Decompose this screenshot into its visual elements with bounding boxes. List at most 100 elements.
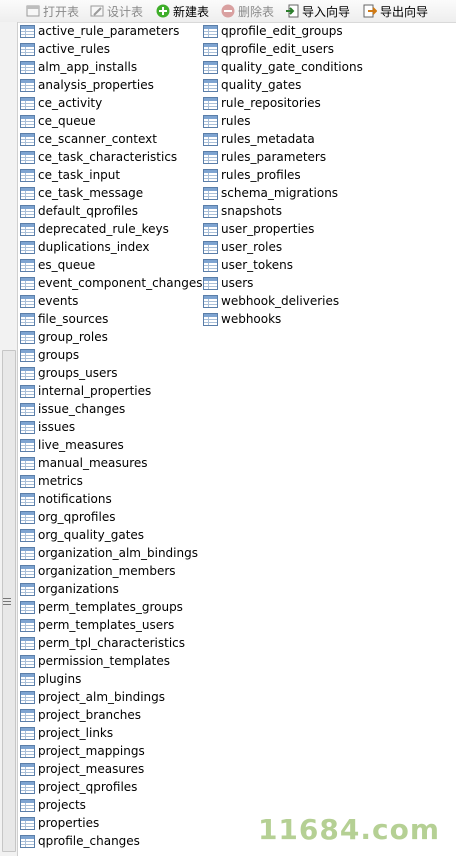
table-list-item[interactable]: org_qprofiles bbox=[20, 508, 202, 526]
new-table-button[interactable]: 新建表 bbox=[156, 2, 209, 20]
table-list-item[interactable]: issues bbox=[20, 418, 202, 436]
table-list-item[interactable]: default_qprofiles bbox=[20, 202, 202, 220]
table-list-item[interactable]: rules_profiles bbox=[203, 166, 363, 184]
table-icon bbox=[20, 330, 35, 344]
table-list-item[interactable]: issue_changes bbox=[20, 400, 202, 418]
table-list-item[interactable]: groups bbox=[20, 346, 202, 364]
table-list-item[interactable]: user_roles bbox=[203, 238, 363, 256]
import-wizard-button[interactable]: 导入向导 bbox=[285, 2, 350, 20]
table-list-item[interactable]: active_rules bbox=[20, 40, 202, 58]
table-list-item[interactable]: plugins bbox=[20, 670, 202, 688]
delete-table-label: 删除表 bbox=[238, 4, 275, 19]
table-list-item[interactable]: rule_repositories bbox=[203, 94, 363, 112]
table-list-item[interactable]: alm_app_installs bbox=[20, 58, 202, 76]
table-name: perm_tpl_characteristics bbox=[38, 636, 186, 650]
table-list-item[interactable]: perm_templates_groups bbox=[20, 598, 202, 616]
delete-table-button[interactable]: 删除表 bbox=[221, 2, 274, 20]
table-name: ce_task_input bbox=[38, 168, 121, 182]
table-list-item[interactable]: ce_activity bbox=[20, 94, 202, 112]
table-icon bbox=[203, 78, 218, 92]
open-table-label: 打开表 bbox=[43, 4, 80, 19]
table-list-item[interactable]: webhook_deliveries bbox=[203, 292, 363, 310]
table-name: internal_properties bbox=[38, 384, 152, 398]
table-icon bbox=[20, 492, 35, 506]
table-list-item[interactable]: project_qprofiles bbox=[20, 778, 202, 796]
table-icon bbox=[20, 114, 35, 128]
table-list-item[interactable]: qprofile_edit_users bbox=[203, 40, 363, 58]
table-list-item[interactable]: ce_task_input bbox=[20, 166, 202, 184]
table-list-item[interactable]: duplications_index bbox=[20, 238, 202, 256]
table-list-item[interactable]: events bbox=[20, 292, 202, 310]
table-list-item[interactable]: ce_scanner_context bbox=[20, 130, 202, 148]
table-name: alm_app_installs bbox=[38, 60, 138, 74]
table-list-item[interactable]: file_sources bbox=[20, 310, 202, 328]
table-list-item[interactable]: project_branches bbox=[20, 706, 202, 724]
open-table-button[interactable]: 打开表 bbox=[26, 2, 79, 20]
table-list-item[interactable]: properties bbox=[20, 814, 202, 832]
table-list-item[interactable]: ce_task_message bbox=[20, 184, 202, 202]
table-name: rules_profiles bbox=[221, 168, 301, 182]
table-name: ce_task_message bbox=[38, 186, 144, 200]
table-list-item[interactable]: user_properties bbox=[203, 220, 363, 238]
table-list-item[interactable]: event_component_changes bbox=[20, 274, 202, 292]
table-list-item[interactable]: es_queue bbox=[20, 256, 202, 274]
export-icon bbox=[363, 4, 378, 18]
table-list-item[interactable]: project_mappings bbox=[20, 742, 202, 760]
table-icon bbox=[20, 528, 35, 542]
table-list-item[interactable]: rules bbox=[203, 112, 363, 130]
table-list-item[interactable]: perm_tpl_characteristics bbox=[20, 634, 202, 652]
table-icon bbox=[203, 150, 218, 164]
table-icon bbox=[203, 240, 218, 254]
table-list-item[interactable]: permission_templates bbox=[20, 652, 202, 670]
table-list-item[interactable]: ce_queue bbox=[20, 112, 202, 130]
table-list-item[interactable]: manual_measures bbox=[20, 454, 202, 472]
table-icon bbox=[20, 636, 35, 650]
table-list-item[interactable]: quality_gates bbox=[203, 76, 363, 94]
table-list-item[interactable]: analysis_properties bbox=[20, 76, 202, 94]
table-list-item[interactable]: qprofile_edit_groups bbox=[203, 22, 363, 40]
table-list-item[interactable]: qprofile_changes bbox=[20, 832, 202, 850]
table-list-item[interactable]: projects bbox=[20, 796, 202, 814]
table-list-item[interactable]: organization_alm_bindings bbox=[20, 544, 202, 562]
table-list-item[interactable]: active_rule_parameters bbox=[20, 22, 202, 40]
table-name: webhook_deliveries bbox=[221, 294, 340, 308]
table-list-item[interactable]: rules_parameters bbox=[203, 148, 363, 166]
table-list-item[interactable]: schema_migrations bbox=[203, 184, 363, 202]
table-list-item[interactable]: group_roles bbox=[20, 328, 202, 346]
import-wizard-label: 导入向导 bbox=[302, 4, 351, 19]
table-list-item[interactable]: internal_properties bbox=[20, 382, 202, 400]
table-list-item[interactable]: metrics bbox=[20, 472, 202, 490]
design-table-button[interactable]: 设计表 bbox=[90, 2, 143, 20]
table-list-item[interactable]: project_links bbox=[20, 724, 202, 742]
table-list-item[interactable]: webhooks bbox=[203, 310, 363, 328]
table-list-item[interactable]: project_measures bbox=[20, 760, 202, 778]
table-icon bbox=[20, 708, 35, 722]
table-name: metrics bbox=[38, 474, 83, 488]
table-icon bbox=[20, 744, 35, 758]
table-list-item[interactable]: snapshots bbox=[203, 202, 363, 220]
design-table-icon bbox=[90, 4, 104, 18]
table-list-column-1: active_rule_parameters active_rules alm_ap… bbox=[20, 22, 202, 850]
export-wizard-button[interactable]: 导出向导 bbox=[363, 2, 428, 20]
grip-icon[interactable] bbox=[3, 598, 11, 607]
table-list-item[interactable]: users bbox=[203, 274, 363, 292]
table-list-item[interactable]: rules_metadata bbox=[203, 130, 363, 148]
table-list-item[interactable]: user_tokens bbox=[203, 256, 363, 274]
table-list-item[interactable]: live_measures bbox=[20, 436, 202, 454]
table-icon bbox=[203, 294, 218, 308]
table-icon bbox=[203, 96, 218, 110]
table-name: user_tokens bbox=[221, 258, 293, 272]
table-list-item[interactable]: notifications bbox=[20, 490, 202, 508]
table-list-item[interactable]: deprecated_rule_keys bbox=[20, 220, 202, 238]
table-list-item[interactable]: perm_templates_users bbox=[20, 616, 202, 634]
table-list-item[interactable]: project_alm_bindings bbox=[20, 688, 202, 706]
table-icon bbox=[20, 546, 35, 560]
import-icon bbox=[285, 4, 299, 18]
table-list-item[interactable]: quality_gate_conditions bbox=[203, 58, 363, 76]
table-list-item[interactable]: organizations bbox=[20, 580, 202, 598]
table-list-item[interactable]: org_quality_gates bbox=[20, 526, 202, 544]
table-list-item[interactable]: ce_task_characteristics bbox=[20, 148, 202, 166]
table-list-item[interactable]: groups_users bbox=[20, 364, 202, 382]
table-list-item[interactable]: organization_members bbox=[20, 562, 202, 580]
table-icon bbox=[20, 726, 35, 740]
